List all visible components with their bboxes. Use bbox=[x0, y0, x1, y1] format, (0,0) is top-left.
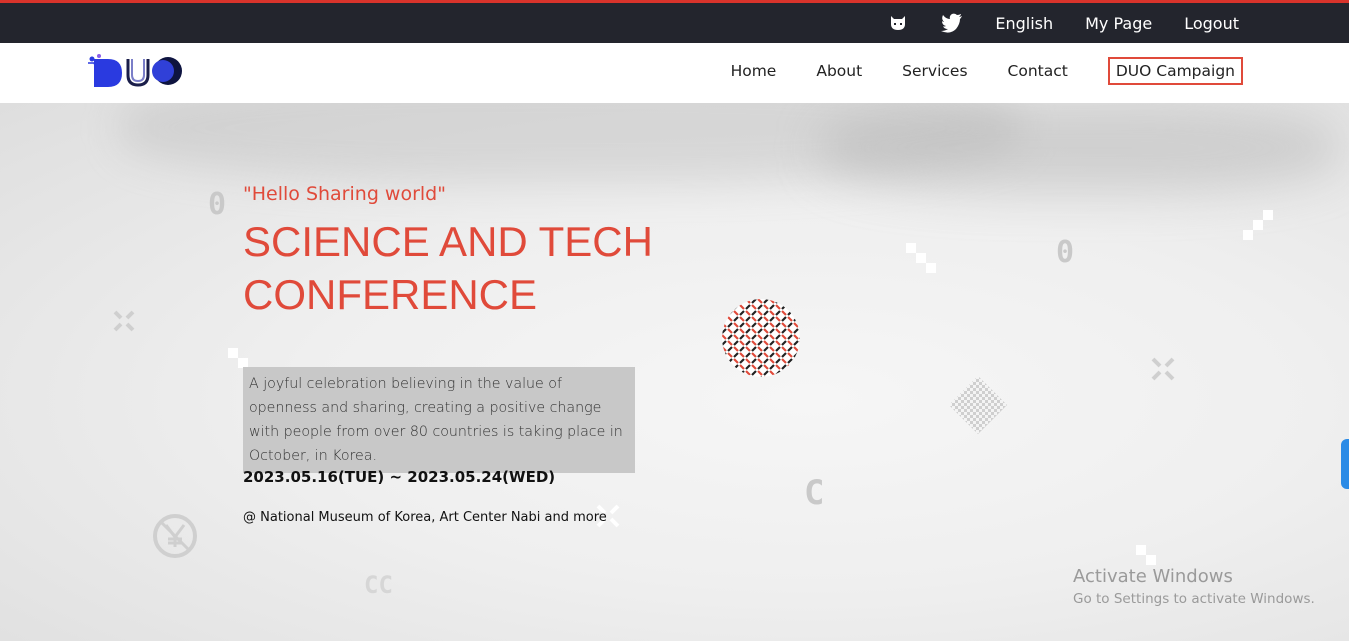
logout-link[interactable]: Logout bbox=[1184, 14, 1239, 33]
hero-title-line-1: SCIENCE AND TECH bbox=[243, 218, 653, 265]
event-dates: 2023.05.16(TUE) ~ 2023.05.24(WED) bbox=[243, 468, 556, 486]
activate-windows-watermark: Activate Windows Go to Settings to activ… bbox=[1073, 566, 1315, 607]
x-mark-icon bbox=[113, 310, 135, 332]
decor-cc: CC bbox=[364, 571, 393, 599]
nav-services[interactable]: Services bbox=[902, 62, 967, 80]
hero-title-line-2: CONFERENCE bbox=[243, 271, 538, 318]
language-link[interactable]: English bbox=[995, 14, 1053, 33]
yen-circle-icon bbox=[153, 514, 197, 558]
hero-title: SCIENCE AND TECH CONFERENCE bbox=[243, 215, 703, 321]
nav-menu: Home About Services Contact DUO Campaign bbox=[731, 57, 1243, 85]
nav-home[interactable]: Home bbox=[731, 62, 777, 80]
twitter-icon[interactable] bbox=[941, 12, 963, 34]
hero-description: A joyful celebration believing in the va… bbox=[243, 367, 635, 473]
dotted-diamond bbox=[949, 376, 1007, 434]
pattern-circle bbox=[722, 299, 800, 377]
background-blur bbox=[820, 103, 1340, 193]
decor-c: C bbox=[804, 473, 825, 513]
activate-windows-title: Activate Windows bbox=[1073, 566, 1233, 587]
hero-section: 0 0 C CC "Hello Sharing world" SCIENCE A… bbox=[0, 103, 1349, 641]
hero-tagline: "Hello Sharing world" bbox=[243, 183, 446, 205]
pixel-steps-icon bbox=[906, 243, 936, 273]
nav-contact[interactable]: Contact bbox=[1008, 62, 1068, 80]
pixel-steps-icon bbox=[1243, 210, 1273, 240]
main-nav: Home About Services Contact DUO Campaign bbox=[0, 43, 1349, 103]
github-icon[interactable] bbox=[887, 12, 909, 34]
x-mark-icon bbox=[1151, 357, 1175, 381]
top-bar: English My Page Logout bbox=[0, 0, 1349, 43]
decor-zero: 0 bbox=[1056, 235, 1075, 270]
decor-zero: 0 bbox=[208, 187, 227, 222]
my-page-link[interactable]: My Page bbox=[1085, 14, 1152, 33]
event-venue: @ National Museum of Korea, Art Center N… bbox=[243, 510, 607, 525]
duo-logo[interactable] bbox=[86, 51, 186, 91]
activate-windows-subtitle: Go to Settings to activate Windows. bbox=[1073, 591, 1315, 607]
nav-about[interactable]: About bbox=[816, 62, 862, 80]
side-tab-handle[interactable] bbox=[1341, 439, 1349, 489]
top-bar-links: English My Page Logout bbox=[887, 3, 1239, 43]
nav-duo-campaign[interactable]: DUO Campaign bbox=[1107, 57, 1243, 85]
